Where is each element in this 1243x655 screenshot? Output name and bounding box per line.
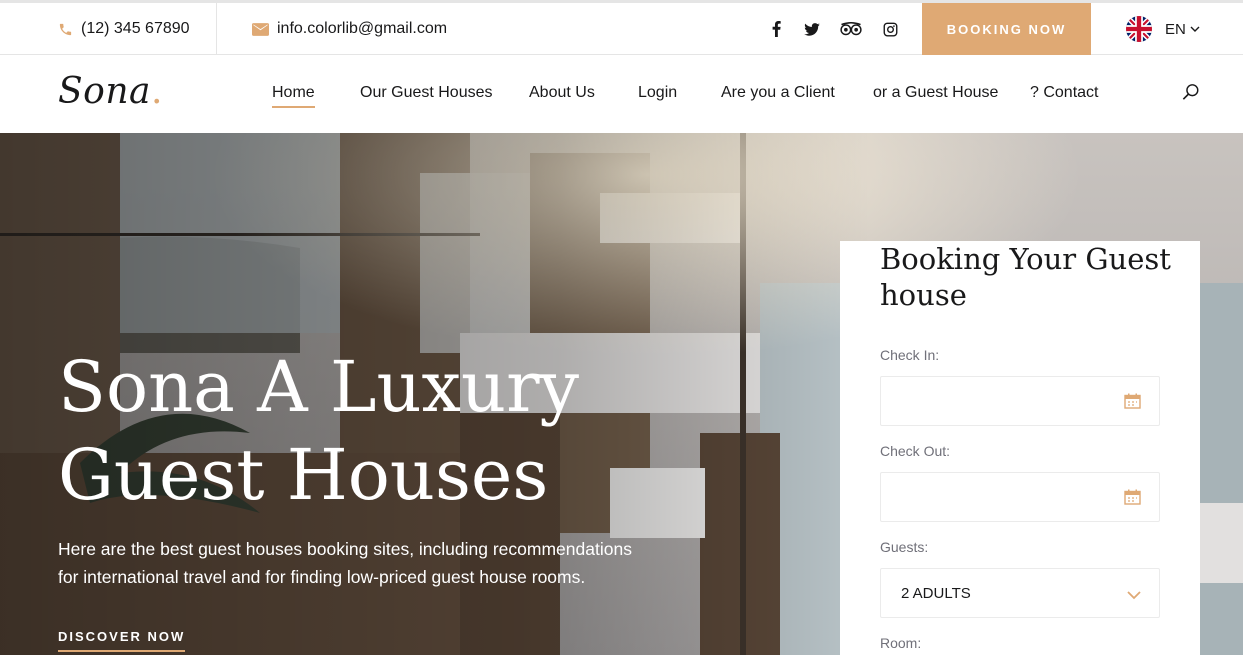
facebook-icon[interactable] [768,21,784,37]
nav-home[interactable]: Home [272,84,315,108]
phone-icon [58,22,73,37]
booking-now-button[interactable]: BOOKING NOW [922,3,1091,55]
hero-title-line-2: Guest Houses [58,434,549,516]
tripadvisor-icon[interactable] [840,21,862,37]
email-address: info.colorlib@gmail.com [277,20,448,37]
hero-title-line-1: Sona A Luxury [58,346,580,428]
check-out-input[interactable] [880,472,1160,522]
nav-guest-house[interactable]: or a Guest House [873,84,998,102]
guests-label: Guests: [880,539,929,555]
nav-our-guest-houses[interactable]: Our Guest Houses [360,84,493,102]
nav-login[interactable]: Login [638,84,677,102]
booking-form-title: Booking Your Guest house [880,242,1171,312]
hero-description: Here are the best guest houses booking s… [58,539,632,587]
social-links [768,3,918,55]
discover-now-link[interactable]: DISCOVER NOW [58,629,186,652]
check-in-label: Check In: [880,347,940,363]
uk-flag-icon [1126,16,1152,42]
nav-contact[interactable]: ? Contact [1030,84,1098,102]
room-label: Room: [880,635,922,651]
hero-section: Sona A Luxury Guest Houses Here are the … [0,133,1243,655]
check-out-label: Check Out: [880,443,951,459]
instagram-icon[interactable] [882,21,898,37]
divider [216,3,217,55]
email-contact[interactable]: info.colorlib@gmail.com [252,3,447,55]
search-icon[interactable] [1182,83,1200,101]
chevron-down-icon [1127,587,1141,604]
booking-form: Booking Your Guest house Check In: Check… [840,241,1200,655]
calendar-icon [1124,393,1141,413]
nav-are-you-a-client[interactable]: Are you a Client [721,84,835,102]
phone-contact[interactable]: (12) 345 67890 [58,3,190,55]
check-in-input[interactable] [880,376,1160,426]
site-logo[interactable]: Sona. [58,71,163,112]
logo-dot: . [150,71,163,112]
guests-value: 2 ADULTS [901,584,971,602]
main-navigation: Sona. Home Our Guest Houses About Us Log… [0,55,1243,133]
guests-select[interactable]: 2 ADULTS [880,568,1160,618]
calendar-icon [1124,489,1141,509]
envelope-icon [252,22,269,36]
phone-number: (12) 345 67890 [81,20,190,37]
twitter-icon[interactable] [804,21,820,37]
hero-title: Sona A Luxury Guest Houses [58,343,698,519]
chevron-down-icon [1190,26,1200,33]
language-selector[interactable]: EN [1126,3,1200,55]
nav-about-us[interactable]: About Us [529,84,595,102]
logo-text: Sona [58,71,151,112]
top-bar: (12) 345 67890 info.colorlib@gmail.com B… [0,0,1243,55]
language-code: EN [1165,20,1186,38]
